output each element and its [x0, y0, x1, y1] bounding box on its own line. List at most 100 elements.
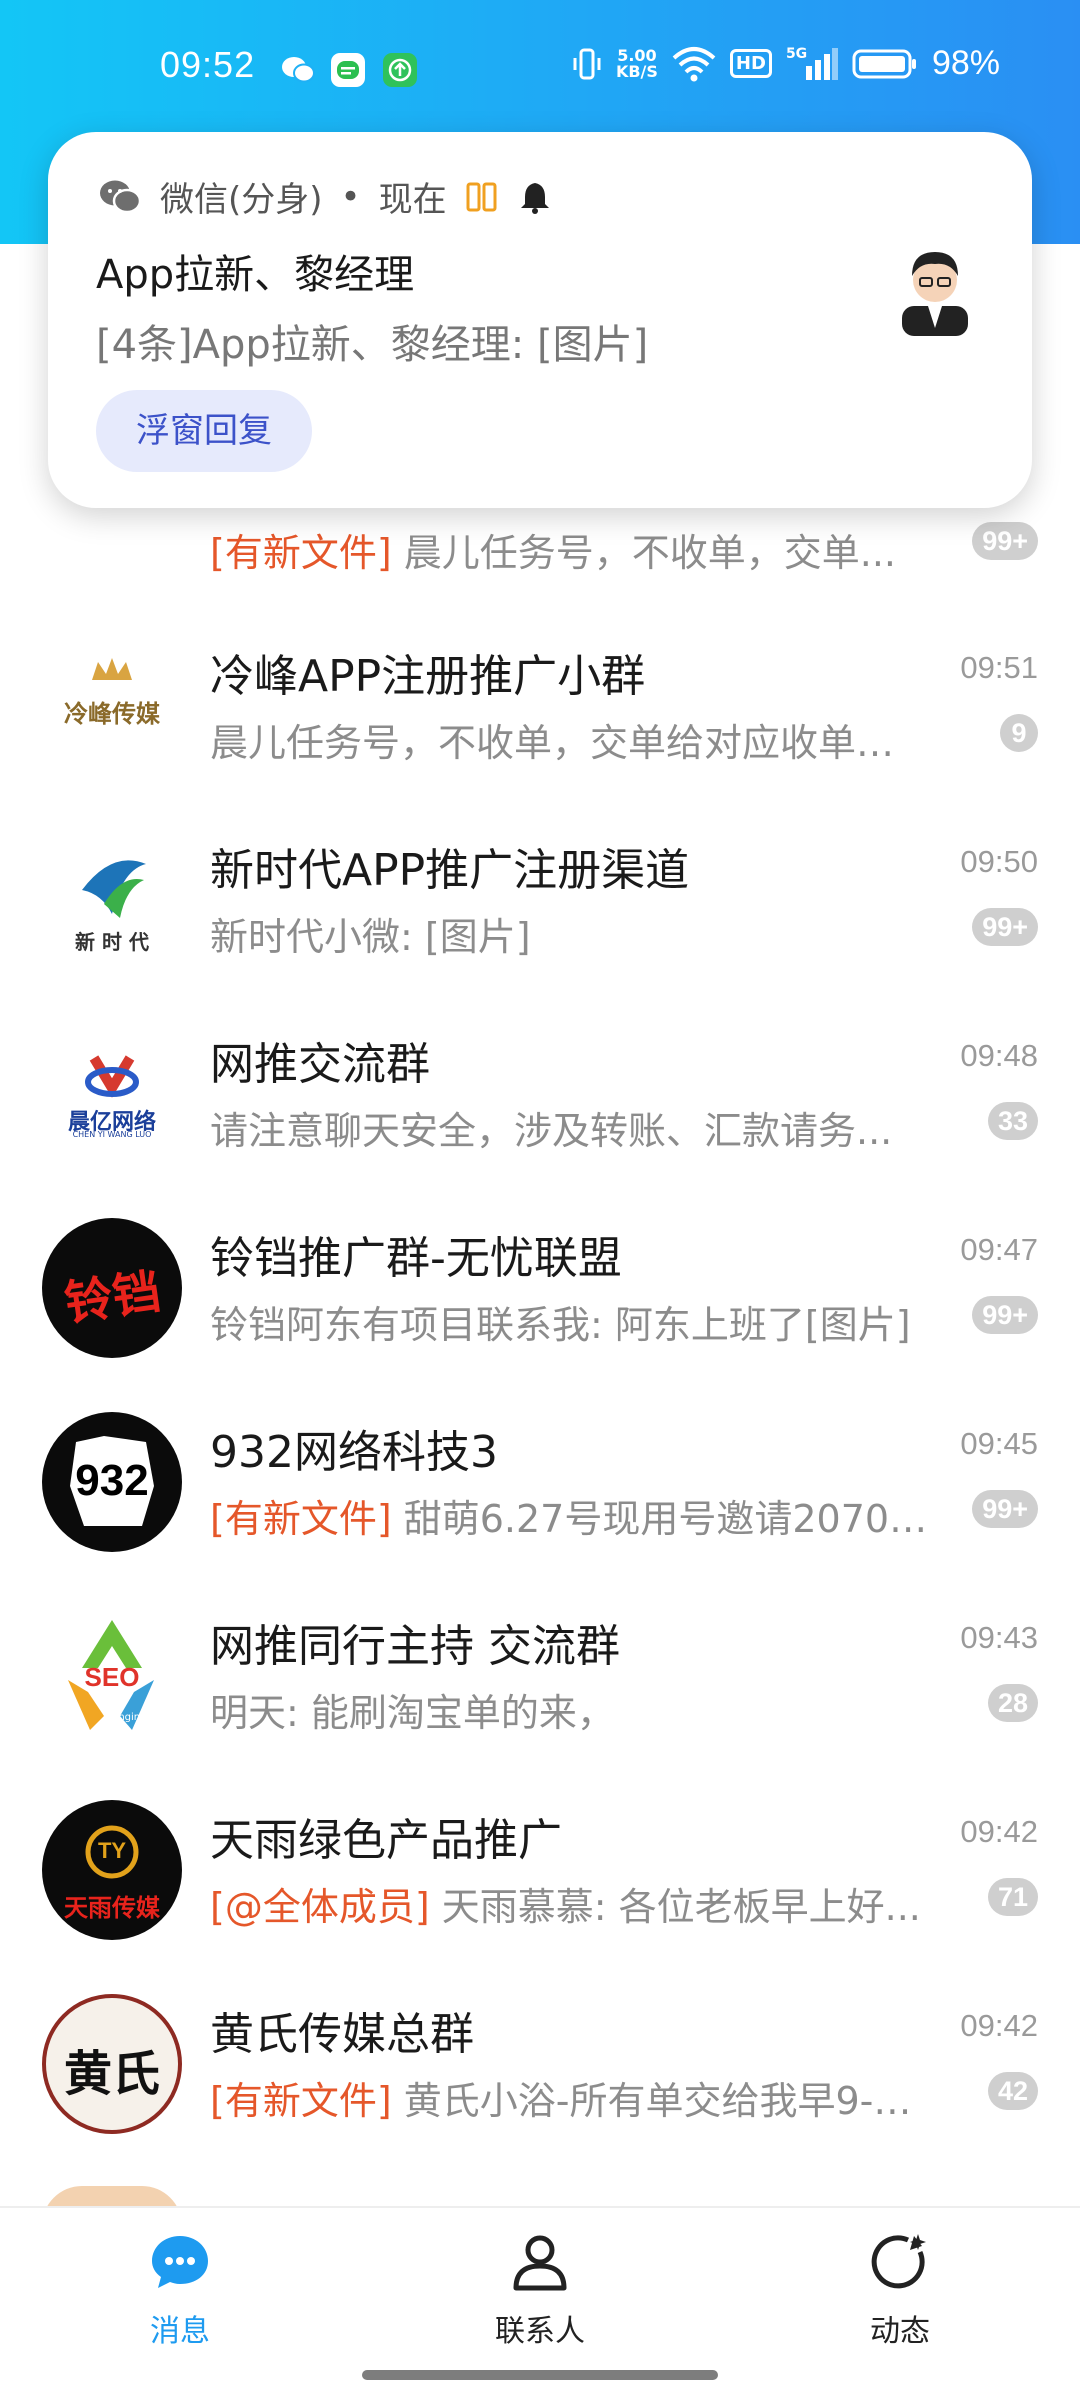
- chat-preview: [有新文件] 甜萌6.27号现用号邀请20707...: [210, 1488, 930, 1543]
- unread-badge: 99+: [972, 522, 1038, 560]
- nav-contacts[interactable]: 联系人: [450, 2230, 630, 2350]
- preview-text: 甜萌6.27号现用号邀请20707...: [391, 1497, 930, 1541]
- network-speed-unit: KB/S: [615, 61, 658, 81]
- chat-preview: 新时代小微: [图片]: [210, 906, 930, 961]
- chat-row[interactable]: 黄氏 黄氏传媒总群 [有新文件] 黄氏小浴-所有单交给我早9-晚... 09:4…: [0, 1968, 1080, 2162]
- chat-time: 09:42: [960, 2008, 1038, 2043]
- moments-icon: [871, 2234, 926, 2289]
- notification-body: [4条]App拉新、黎经理: [图片]: [96, 322, 649, 368]
- avatar-text: 天雨传媒: [64, 1894, 160, 1922]
- notification-separator: •: [340, 176, 361, 217]
- preview-text: 天雨慕慕: 各位老板早上好...: [429, 1885, 921, 1929]
- chat-title: 铃铛推广群-无忧联盟: [210, 1233, 622, 1284]
- chat-time: 09:43: [960, 1620, 1038, 1655]
- contacts-icon: [513, 2235, 567, 2291]
- chat-time: 09:51: [960, 650, 1038, 685]
- battery-percent: 98%: [931, 44, 1000, 82]
- nav-label: 联系人: [495, 2314, 585, 2349]
- avatar-text: 冷峰传媒: [64, 700, 160, 728]
- chat-title: 网推同行主持 交流群: [210, 1621, 620, 1672]
- group-avatar: SEO Engine: [42, 1606, 182, 1746]
- chat-row[interactable]: 冷峰传媒 冷峰APP注册推广小群 晨儿任务号，不收单，交单给对应收单号:... …: [0, 610, 1080, 804]
- chat-title: 黄氏传媒总群: [210, 2009, 474, 2060]
- unread-badge: 99+: [972, 1296, 1038, 1334]
- chat-title: 932网络科技3: [210, 1427, 498, 1478]
- chat-preview: 铃铛阿东有项目联系我: 阿东上班了[图片]: [210, 1294, 930, 1349]
- avatar-subtext: Engine: [112, 1712, 147, 1723]
- chat-time: 09:50: [960, 844, 1038, 879]
- avatar-text: 932: [75, 1456, 149, 1505]
- home-indicator[interactable]: [362, 2370, 718, 2380]
- message-icon: [152, 2236, 208, 2288]
- floating-window-icon: [466, 182, 497, 211]
- nav-label: 消息: [150, 2314, 210, 2349]
- chat-preview: 请注意聊天安全，涉及转账、汇款请务...: [210, 1100, 930, 1155]
- unread-badge: 99+: [972, 1490, 1038, 1528]
- avatar-text: SEO: [84, 1662, 140, 1692]
- notification-time: 现在: [378, 180, 447, 220]
- cellular-signal-icon: 5G: [786, 46, 838, 82]
- notification-header: 微信(分身) • 现在: [98, 172, 553, 221]
- hd-icon: HD: [729, 49, 772, 78]
- chat-title: 网推交流群: [210, 1039, 430, 1090]
- chat-row[interactable]: SEO Engine 网推同行主持 交流群 明天: 能刷淘宝单的来， 09:43…: [0, 1580, 1080, 1774]
- wifi-icon: [672, 46, 716, 81]
- avatar-subtext: CHEN YI WANG LUO: [72, 1130, 152, 1139]
- chat-title: 冷峰APP注册推广小群: [210, 651, 646, 702]
- unread-badge: 28: [987, 1684, 1038, 1722]
- nav-label: 动态: [870, 2314, 930, 2349]
- status-time: 09:52: [160, 44, 256, 85]
- group-avatar: 932: [42, 1412, 182, 1552]
- notification-app-name: 微信(分身): [160, 180, 323, 220]
- network-speed: 5.00 KB/S: [615, 47, 658, 81]
- chat-preview: 晨儿任务号，不收单，交单给对应收单号:...: [210, 712, 930, 767]
- unread-badge: 71: [987, 1878, 1038, 1916]
- preview-tag: [有新文件]: [210, 531, 392, 575]
- preview-tag: [@全体成员]: [210, 1885, 430, 1929]
- floating-reply-button[interactable]: 浮窗回复: [96, 390, 312, 472]
- group-avatar: 新 时 代: [42, 830, 182, 970]
- chat-title: 新时代APP推广注册渠道: [210, 845, 690, 896]
- group-avatar: 铃铛: [42, 1218, 182, 1358]
- chat-preview: [@全体成员] 天雨慕慕: 各位老板早上好...: [210, 1876, 930, 1931]
- unread-badge: 9: [1000, 714, 1038, 752]
- message-app-icon: [331, 53, 365, 87]
- chat-time: 09:45: [960, 1426, 1038, 1461]
- chat-row[interactable]: 晨亿网络 CHEN YI WANG LUO 网推交流群 请注意聊天安全，涉及转账…: [0, 998, 1080, 1192]
- preview-text: 晨儿任务号，不收单，交单...: [391, 531, 896, 575]
- unread-badge: 33: [987, 1102, 1038, 1140]
- upload-app-icon: [383, 53, 417, 87]
- bell-icon: [520, 182, 549, 214]
- preview-text: 明天: 能刷淘宝单的来，: [210, 1691, 615, 1735]
- chat-row[interactable]: 932 932网络科技3 [有新文件] 甜萌6.27号现用号邀请20707...…: [0, 1386, 1080, 1580]
- battery-icon: [852, 49, 916, 78]
- avatar-text: 新 时 代: [75, 930, 149, 954]
- notification-card[interactable]: 微信(分身) • 现在 App拉新、黎经理 [4条]App拉新、黎经理: [图片…: [48, 132, 1032, 508]
- preview-text: 黄氏小浴-所有单交给我早9-晚...: [391, 2079, 930, 2123]
- status-right: 5.00 KB/S HD 5G 98%: [572, 44, 1000, 83]
- chat-row[interactable]: 铃铛 铃铛推广群-无忧联盟 铃铛阿东有项目联系我: 阿东上班了[图片] 09:4…: [0, 1192, 1080, 1386]
- unread-badge: 42: [987, 2072, 1038, 2110]
- group-avatar: 晨亿网络 CHEN YI WANG LUO: [42, 1024, 182, 1164]
- wechat-icon: [100, 180, 142, 213]
- chat-row[interactable]: 新 时 代 新时代APP推广注册渠道 新时代小微: [图片] 09:50 99+: [0, 804, 1080, 998]
- chat-time: 09:42: [960, 1814, 1038, 1849]
- nav-moments[interactable]: 动态: [810, 2230, 990, 2350]
- avatar-logo-text: TY: [97, 1838, 127, 1863]
- avatar-text: 铃铛: [61, 1263, 165, 1333]
- nav-messages[interactable]: 消息: [90, 2230, 270, 2350]
- preview-tag: [有新文件]: [210, 1497, 392, 1541]
- chat-preview: 明天: 能刷淘宝单的来，: [210, 1682, 930, 1737]
- chat-preview: [有新文件] 晨儿任务号，不收单，交单...: [210, 522, 930, 577]
- preview-text: 新时代小微: [图片]: [210, 915, 531, 959]
- notification-title: App拉新、黎经理: [96, 252, 415, 298]
- preview-text: 铃铛阿东有项目联系我: 阿东上班了[图片]: [210, 1303, 911, 1347]
- group-avatar: TY 天雨传媒: [42, 1800, 182, 1940]
- chat-preview: [有新文件] 黄氏小浴-所有单交给我早9-晚...: [210, 2070, 930, 2125]
- preview-text: 晨儿任务号，不收单，交单给对应收单号:...: [210, 721, 930, 765]
- wechat-icon: [282, 57, 315, 83]
- chat-time: 09:47: [960, 1232, 1038, 1267]
- chat-row[interactable]: TY 天雨传媒 天雨绿色产品推广 [@全体成员] 天雨慕慕: 各位老板早上好..…: [0, 1774, 1080, 1968]
- group-avatar: 黄氏: [42, 1994, 182, 2134]
- unread-badge: 99+: [972, 908, 1038, 946]
